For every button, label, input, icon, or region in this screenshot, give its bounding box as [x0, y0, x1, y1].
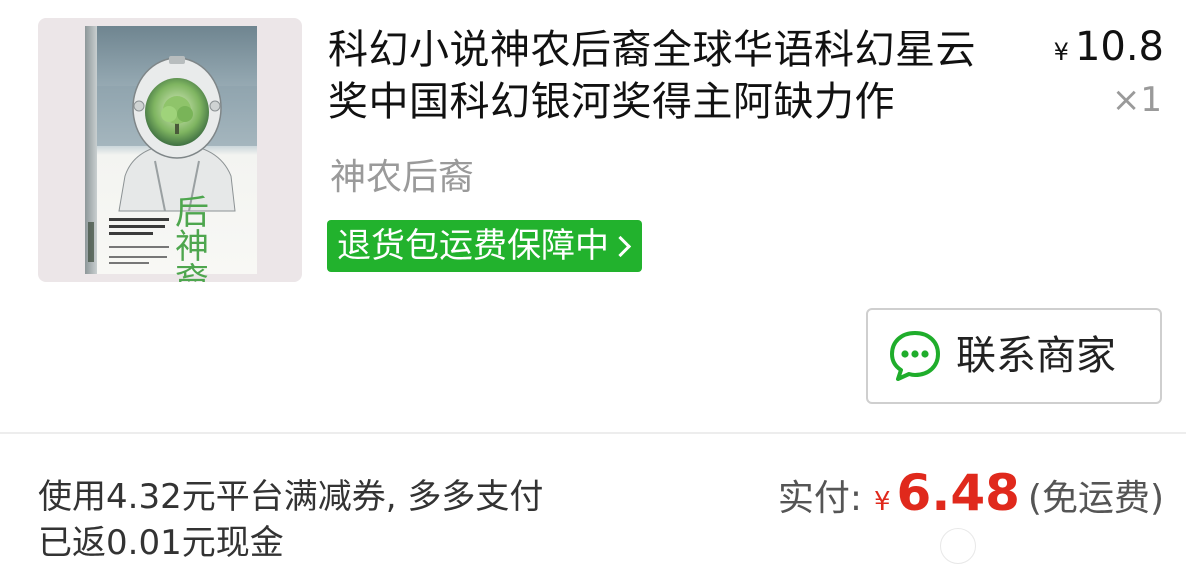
product-title[interactable]: 科幻小说神农后裔全球华语科幻星云奖中国科幻银河奖得主阿缺力作 [328, 24, 1012, 128]
paid-currency-symbol: ¥ [873, 487, 891, 517]
contact-merchant-button[interactable]: 联系商家 [866, 308, 1162, 404]
paid-amount-row: 实付: ¥ 6.48 (免运费) [778, 464, 1164, 522]
quantity: ×1 [1111, 80, 1162, 120]
book-cover-title: 后神 裔农 [175, 196, 235, 282]
book-cover-image: 后神 裔农 [85, 26, 257, 282]
product-variant: 神农后裔 [330, 157, 475, 198]
book-cover-title-line1: 后神 [175, 193, 209, 267]
badge-label: 退货包运费保障中 [337, 226, 609, 266]
book-cover-title-line2: 裔农 [175, 261, 209, 282]
price-currency-symbol: ¥ [1053, 38, 1069, 66]
contact-merchant-label: 联系商家 [956, 333, 1116, 379]
paid-label: 实付: [777, 478, 862, 519]
unit-price: ¥10.8 [1054, 22, 1164, 77]
chat-bubble-icon [890, 331, 940, 381]
promo-cashback-text: 使用4.32元平台满减券, 多多支付已返0.01元现金 [38, 477, 544, 563]
product-thumbnail[interactable]: 后神 裔农 [38, 18, 302, 282]
chevron-right-icon [609, 235, 632, 257]
paid-amount: 6.48 [896, 464, 1020, 522]
watermark-icon [940, 528, 976, 564]
price-value: 10.8 [1074, 24, 1164, 70]
section-divider [0, 432, 1186, 434]
return-shipping-guarantee-badge[interactable]: 退货包运费保障中 [327, 220, 642, 272]
free-shipping-note: (免运费) [1027, 478, 1164, 519]
